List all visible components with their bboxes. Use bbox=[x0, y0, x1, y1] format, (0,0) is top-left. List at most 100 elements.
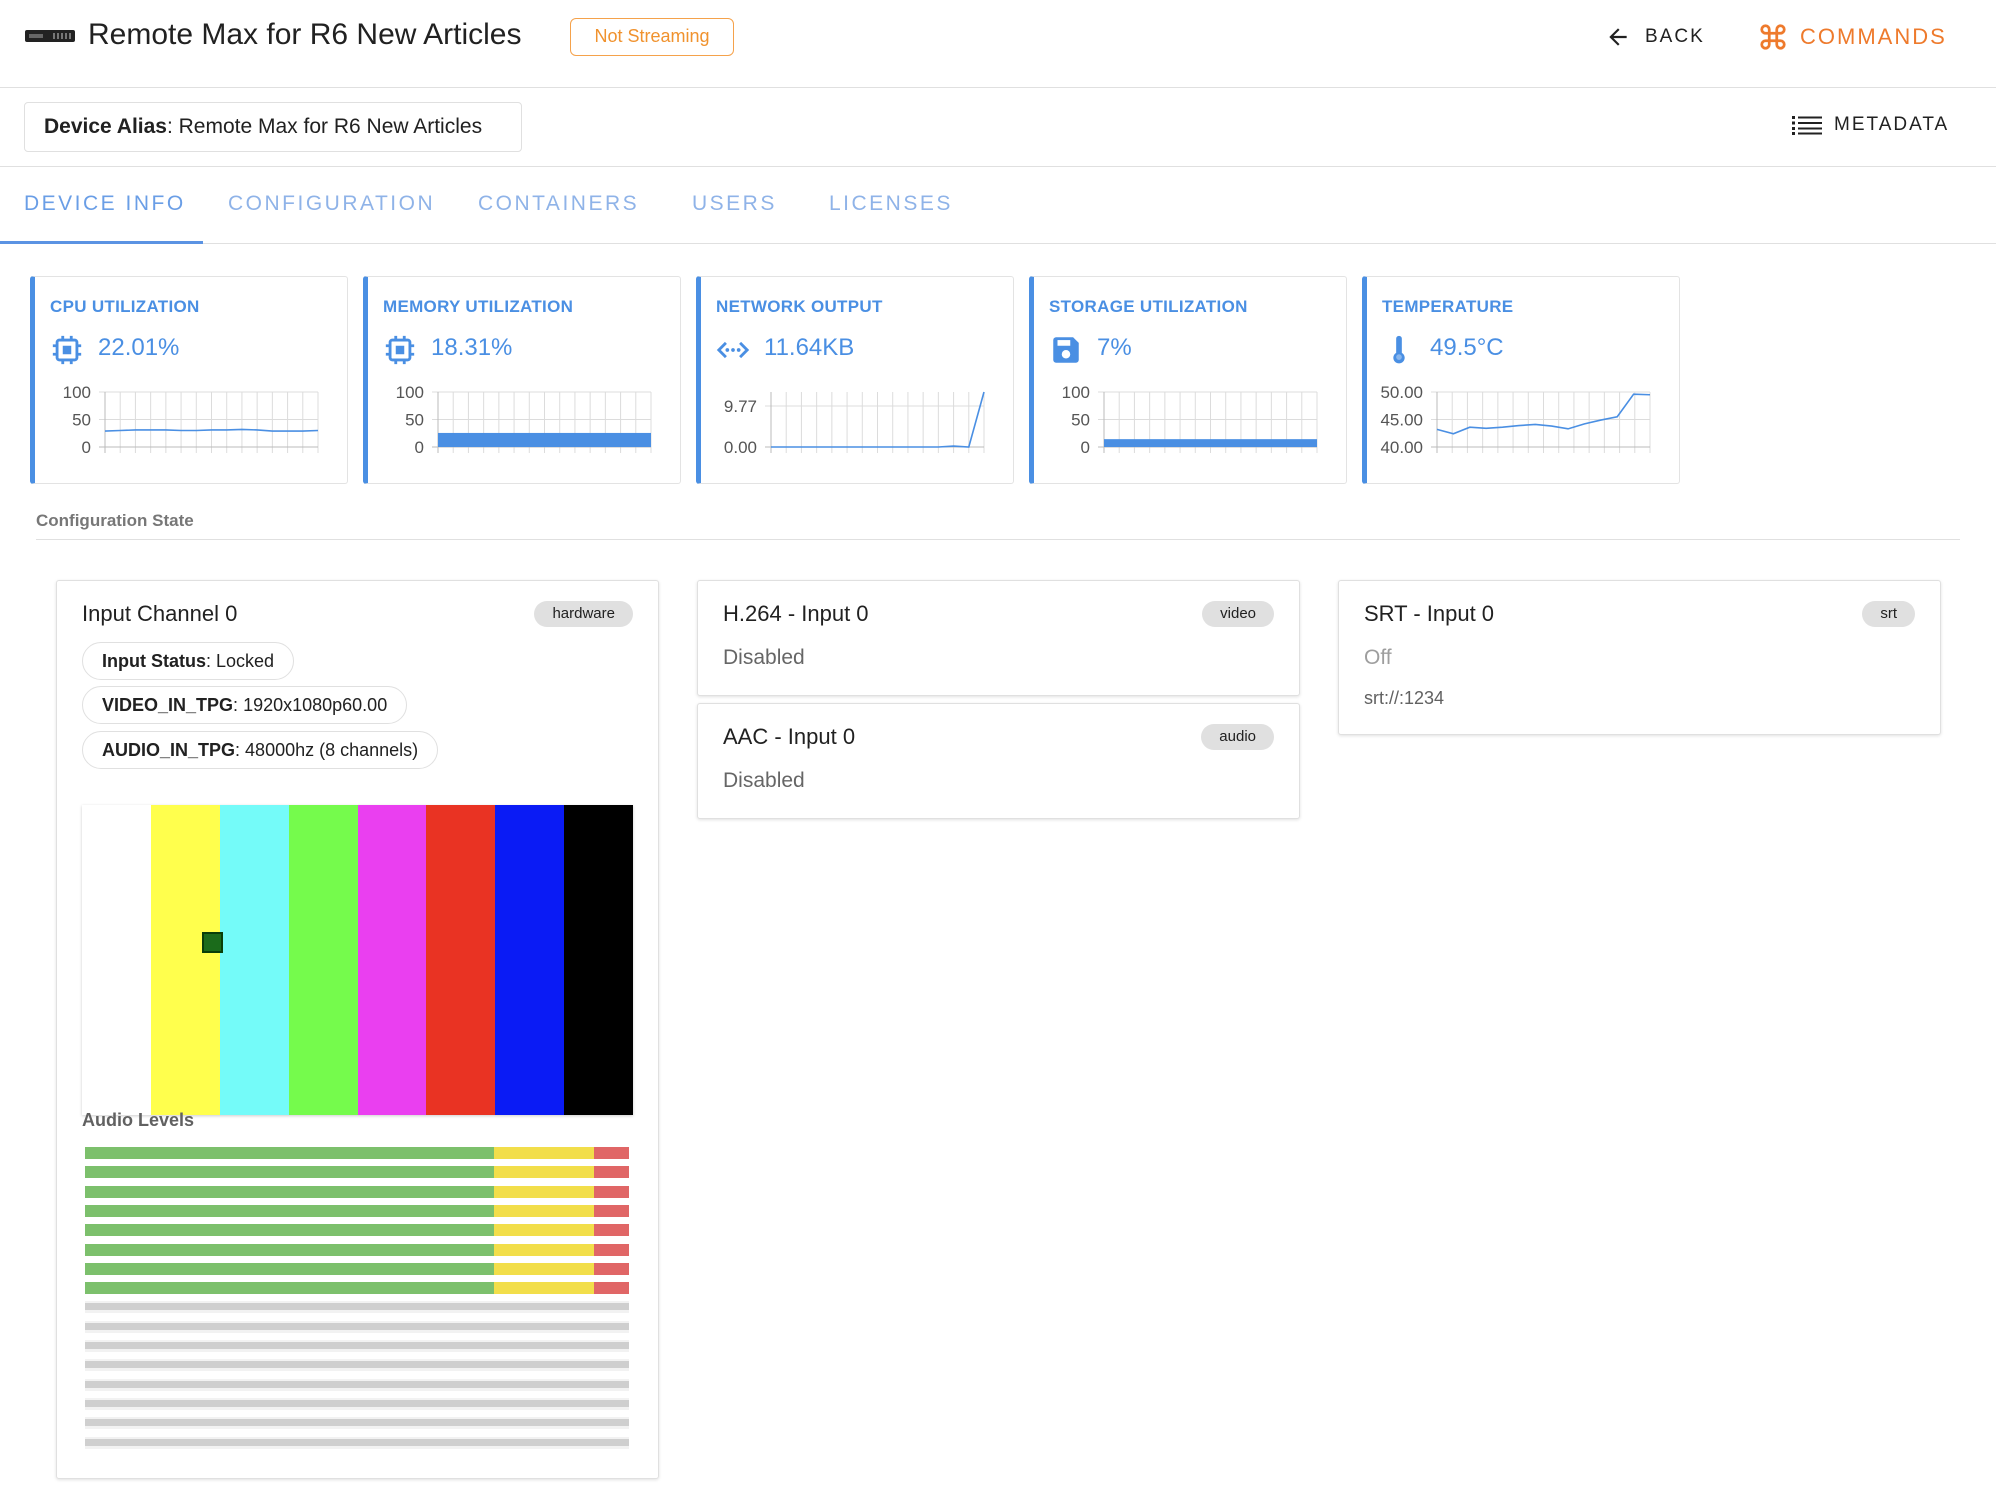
stat-card-cpu: CPU UTILIZATION 22.01% 100 50 0 bbox=[30, 276, 348, 484]
tab-device-info[interactable]: DEVICE INFO bbox=[24, 192, 186, 216]
device-alias-field[interactable]: Device Alias: Remote Max for R6 New Arti… bbox=[24, 102, 522, 152]
stat-value: 18.31% bbox=[431, 334, 513, 361]
stat-value: 49.5°C bbox=[1430, 334, 1504, 361]
y-tick-label: 0 bbox=[415, 438, 424, 457]
alias-bar: Device Alias: Remote Max for R6 New Arti… bbox=[0, 88, 1996, 167]
aac-status: Disabled bbox=[723, 769, 805, 792]
srt-output-card: SRT - Input 0 srt Off srt://:1234 bbox=[1338, 580, 1941, 735]
y-tick-label: 100 bbox=[63, 383, 91, 402]
y-tick-label: 50 bbox=[1071, 411, 1090, 430]
back-button[interactable]: BACK bbox=[1605, 18, 1705, 56]
y-tick-label: 0 bbox=[1081, 438, 1090, 457]
y-tick-label: 0.00 bbox=[724, 438, 757, 457]
aac-title: AAC - Input 0 bbox=[723, 724, 856, 749]
y-tick-label: 50 bbox=[405, 411, 424, 430]
y-tick-label: 9.77 bbox=[724, 397, 757, 416]
audio-meter-inactive bbox=[85, 1359, 629, 1372]
pill-label: Input Status bbox=[102, 651, 206, 671]
meter-segment bbox=[85, 1166, 495, 1179]
audio-meter-active bbox=[85, 1243, 629, 1256]
y-tick-label: 40.00 bbox=[1380, 438, 1423, 457]
floppy-disk-icon bbox=[1053, 337, 1079, 363]
srt-title: SRT - Input 0 bbox=[1364, 601, 1495, 626]
y-tick-label: 0 bbox=[82, 438, 91, 457]
stat-card-storage: STORAGE UTILIZATION 7% 100 50 0 bbox=[1029, 276, 1347, 484]
srt-status: Off bbox=[1364, 646, 1392, 669]
metadata-button[interactable]: METADATA bbox=[1792, 114, 1949, 136]
app-header: Remote Max for R6 New Articles Not Strea… bbox=[0, 0, 1996, 88]
thermometer-icon bbox=[1393, 335, 1405, 364]
h264-encoder-card: H.264 - Input 0 video Disabled bbox=[697, 580, 1300, 696]
meter-segment bbox=[494, 1262, 595, 1275]
meter-segment bbox=[594, 1262, 629, 1275]
storage-sparkline-chart: 100 50 0 bbox=[1062, 383, 1318, 457]
color-bar bbox=[82, 805, 151, 1115]
input-channel-card: Input Channel 0 hardware Input Status: L… bbox=[56, 580, 659, 1479]
meter-segment bbox=[594, 1243, 629, 1256]
section-divider bbox=[36, 539, 1960, 540]
video-in-tpg-pill: VIDEO_IN_TPG: 1920x1080p60.00 bbox=[82, 686, 408, 724]
meter-segment bbox=[594, 1166, 629, 1179]
meter-segment bbox=[494, 1204, 595, 1217]
metadata-button-label: METADATA bbox=[1834, 114, 1950, 135]
y-tick-label: 100 bbox=[1062, 383, 1090, 402]
audio-meter-inactive bbox=[85, 1340, 629, 1352]
page-title: Remote Max for R6 New Articles bbox=[88, 18, 522, 51]
tab-users[interactable]: USERS bbox=[692, 192, 777, 216]
meter-segment bbox=[85, 1185, 495, 1198]
audio-meter-active bbox=[85, 1262, 629, 1275]
pill-value: Locked bbox=[216, 651, 275, 671]
streaming-status-badge: Not Streaming bbox=[570, 18, 734, 56]
meter-segment bbox=[85, 1243, 495, 1256]
series-area bbox=[438, 432, 651, 447]
meter-segment bbox=[594, 1185, 629, 1198]
audio-tag: audio bbox=[1201, 724, 1274, 750]
video-preview-color-bars bbox=[82, 805, 633, 1115]
pill-value: 1920x1080p60.00 bbox=[243, 695, 388, 715]
audio-meter-inactive bbox=[85, 1301, 629, 1314]
tab-bar: DEVICE INFO CONFIGURATION CONTAINERS USE… bbox=[0, 167, 1996, 244]
y-tick-label: 50.00 bbox=[1380, 383, 1423, 402]
device-hardware-icon bbox=[25, 30, 75, 42]
tab-containers[interactable]: CONTAINERS bbox=[478, 192, 639, 216]
stat-title: STORAGE UTILIZATION bbox=[1049, 297, 1248, 316]
series-area bbox=[1104, 439, 1317, 447]
audio-meter-inactive bbox=[85, 1378, 629, 1391]
y-tick-label: 45.00 bbox=[1380, 411, 1423, 430]
y-tick-label: 50 bbox=[72, 411, 91, 430]
device-alias-label: Device Alias bbox=[44, 115, 167, 138]
back-button-label: BACK bbox=[1645, 26, 1705, 47]
meter-segment bbox=[85, 1262, 495, 1275]
meter-segment bbox=[85, 1204, 495, 1217]
commands-button[interactable]: COMMANDS bbox=[1758, 18, 1947, 56]
audio-meter-active bbox=[85, 1147, 629, 1159]
y-tick-label: 100 bbox=[396, 383, 424, 402]
color-bar bbox=[357, 805, 427, 1115]
input-status-pill: Input Status: Locked bbox=[82, 642, 295, 680]
configuration-state-heading: Configuration State bbox=[36, 511, 194, 530]
audio-meter-active bbox=[85, 1185, 629, 1198]
h264-status: Disabled bbox=[723, 646, 805, 669]
stat-card-memory: MEMORY UTILIZATION 18.31% 100 50 0 bbox=[363, 276, 681, 484]
temperature-sparkline-chart: 50.00 45.00 40.00 bbox=[1380, 383, 1651, 457]
srt-url: srt://:1234 bbox=[1364, 688, 1445, 708]
meter-segment bbox=[494, 1243, 595, 1256]
meter-segment bbox=[85, 1282, 495, 1295]
network-sparkline-chart: 9.77 0.00 bbox=[724, 391, 985, 457]
audio-in-tpg-pill: AUDIO_IN_TPG: 48000hz (8 channels) bbox=[82, 731, 439, 769]
audio-meter-active bbox=[85, 1282, 629, 1295]
h264-title: H.264 - Input 0 bbox=[723, 601, 869, 626]
meter-segment bbox=[494, 1224, 595, 1237]
tab-licenses[interactable]: LICENSES bbox=[829, 192, 953, 216]
stat-card-network: NETWORK OUTPUT 11.64KB 9.77 0.00 bbox=[696, 276, 1014, 484]
stat-value: 11.64KB bbox=[764, 334, 855, 361]
active-tab-indicator bbox=[0, 241, 203, 244]
tab-configuration[interactable]: CONFIGURATION bbox=[228, 192, 435, 216]
cpu-chip-icon bbox=[52, 335, 82, 365]
meter-segment bbox=[594, 1147, 629, 1159]
audio-meter-inactive bbox=[85, 1417, 629, 1430]
device-alias-value: Remote Max for R6 New Articles bbox=[178, 115, 483, 138]
pill-label: AUDIO_IN_TPG bbox=[102, 740, 236, 760]
meter-segment bbox=[494, 1166, 595, 1179]
meter-segment bbox=[494, 1282, 595, 1295]
